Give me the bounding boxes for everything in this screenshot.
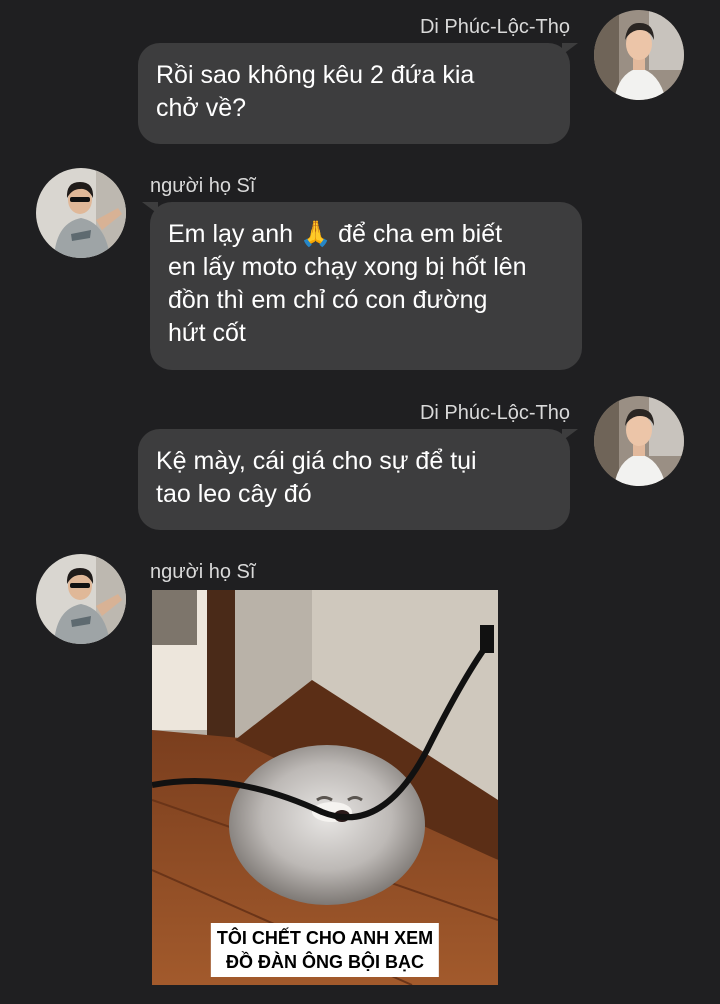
- sender-name: Di Phúc-Lộc-Thọ: [419, 402, 570, 424]
- fluffy-cat-biting-cable-meme-icon[interactable]: TÔI CHẾT CHO ANH XEM ĐỒ ĐÀN ÔNG BỘI BẠC: [152, 590, 498, 985]
- message-line: tao leo cây đó: [156, 480, 312, 508]
- message-line: en lấy moto chạy xong bị hốt lên: [168, 253, 527, 281]
- bubble-tail: [562, 429, 578, 441]
- caption-line: ĐỒ ĐÀN ÔNG BỘI BẠC: [226, 952, 424, 972]
- message-bubble[interactable]: Rồi sao không kêu 2 đứa kia chở về?: [138, 43, 570, 144]
- bubble-tail: [142, 202, 158, 214]
- sender-name: Di Phúc-Lộc-Thọ: [419, 16, 570, 38]
- man-white-shirt-avatar-icon[interactable]: [594, 396, 684, 486]
- message-line: chở về?: [156, 94, 247, 122]
- message-line: đồn thì em chỉ có con đường: [168, 286, 488, 314]
- meme-caption: TÔI CHẾT CHO ANH XEM ĐỒ ĐÀN ÔNG BỘI BẠC: [210, 923, 440, 977]
- sender-name: người họ Sĩ: [150, 561, 256, 583]
- man-sunglasses-avatar-icon[interactable]: [36, 168, 126, 258]
- caption-line: TÔI CHẾT CHO ANH XEM: [216, 928, 434, 948]
- sender-name: người họ Sĩ: [150, 175, 256, 197]
- message-line: Rồi sao không kêu 2 đứa kia: [156, 61, 475, 89]
- message-line: hứt cốt: [168, 319, 246, 347]
- man-sunglasses-avatar-icon[interactable]: [36, 554, 126, 644]
- man-white-shirt-avatar-icon[interactable]: [594, 10, 684, 100]
- message-bubble[interactable]: Em lạy anh 🙏 để cha em biết en lấy moto …: [150, 202, 582, 370]
- message-line: Kệ mày, cái giá cho sự để tụi: [156, 447, 477, 475]
- message-line: Em lạy anh 🙏 để cha em biết: [168, 220, 503, 248]
- bubble-tail: [562, 43, 578, 55]
- message-bubble[interactable]: Kệ mày, cái giá cho sự để tụi tao leo câ…: [138, 429, 570, 530]
